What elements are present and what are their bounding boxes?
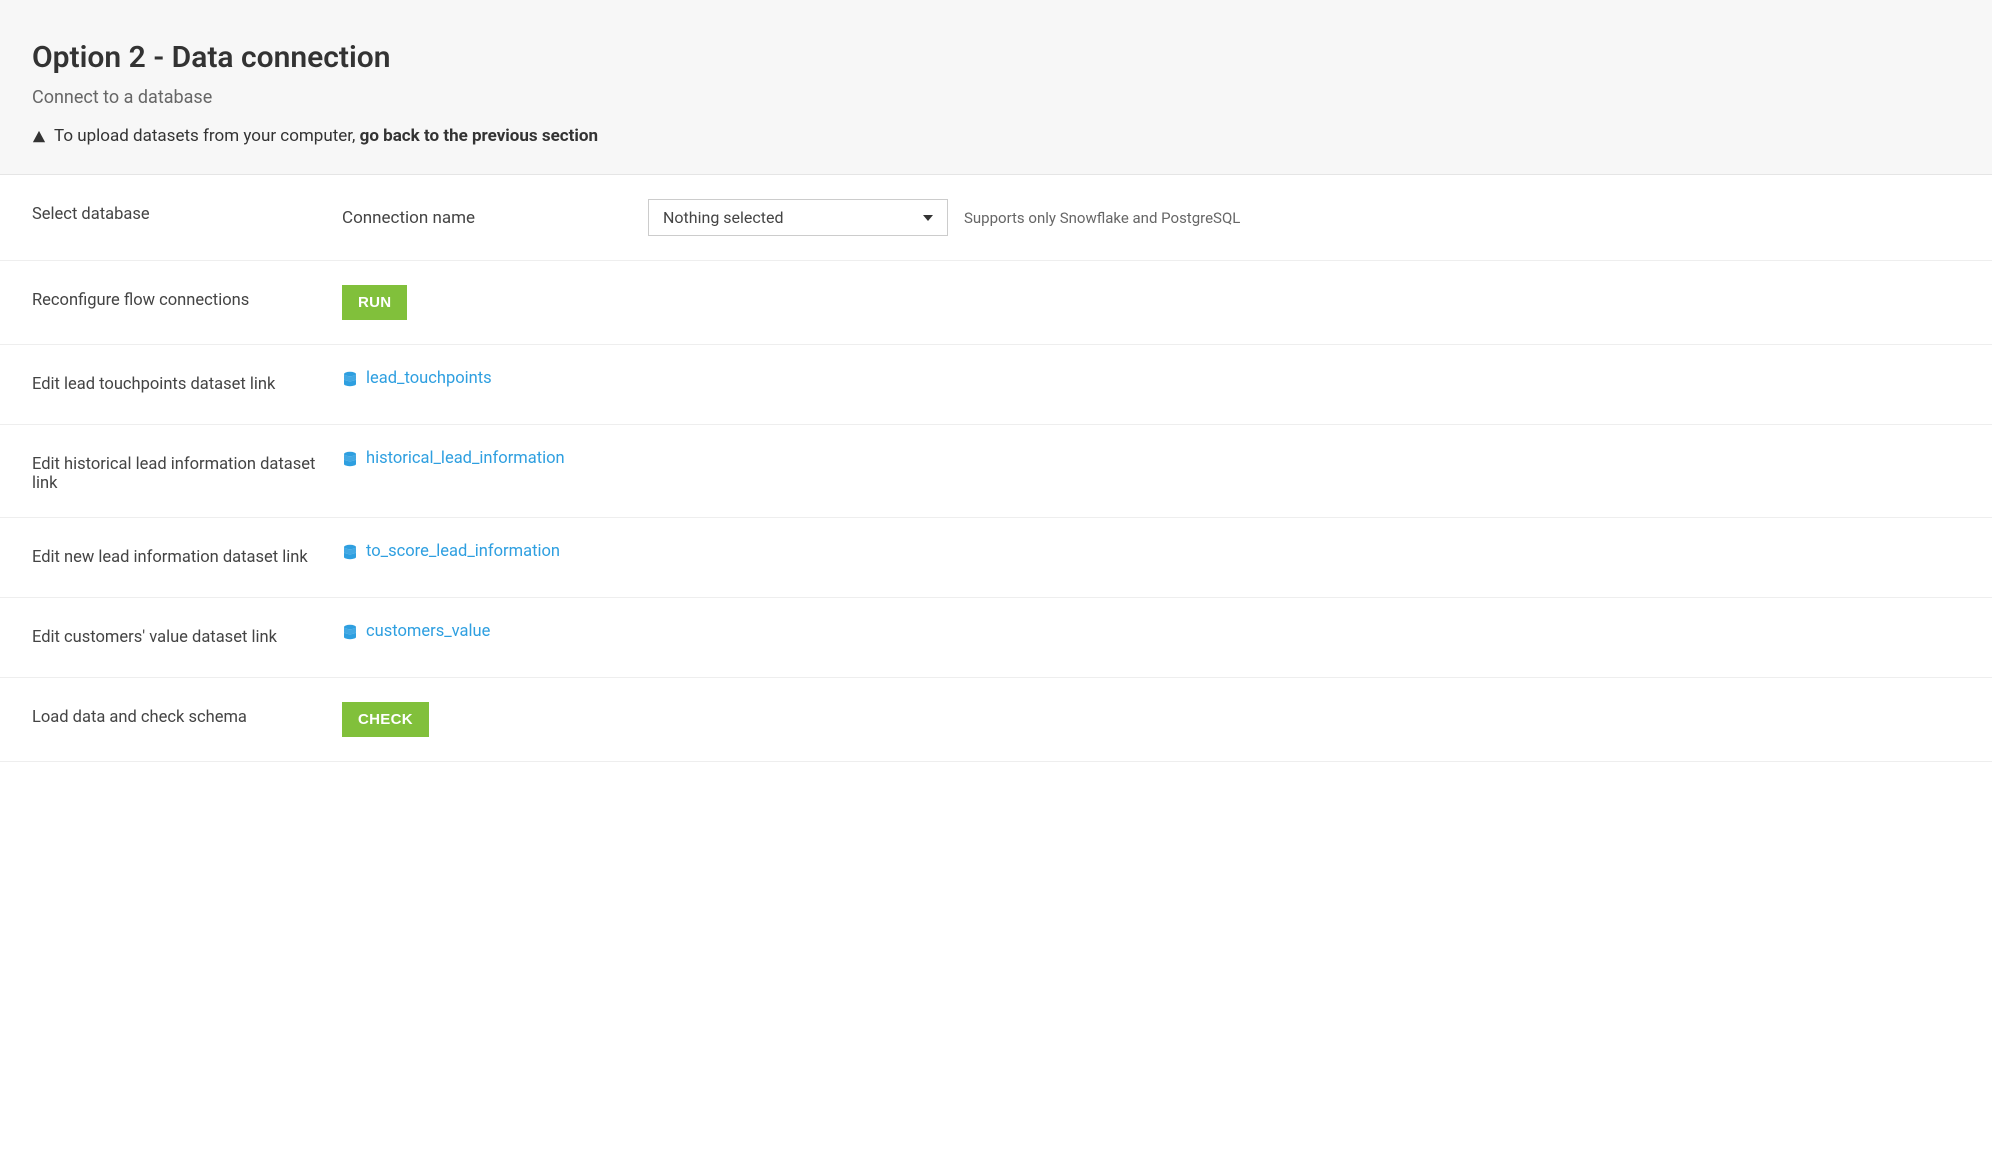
reconfigure-content: RUN [342, 285, 1960, 320]
dataset-label: Edit new lead information dataset link [32, 542, 342, 567]
reconfigure-row: Reconfigure flow connections RUN [0, 261, 1992, 345]
load-check-row: Load data and check schema CHECK [0, 678, 1992, 762]
dataset-link-historical-lead[interactable]: historical_lead_information [342, 449, 565, 468]
reconfigure-label: Reconfigure flow connections [32, 285, 342, 310]
dataset-content: lead_touchpoints [342, 369, 1960, 388]
database-icon [342, 624, 358, 640]
check-button[interactable]: CHECK [342, 702, 429, 737]
connection-name-select[interactable]: Nothing selected [648, 199, 948, 236]
dataset-row-new-lead: Edit new lead information dataset link t… [0, 518, 1992, 598]
database-icon [342, 451, 358, 467]
connection-name-label: Connection name [342, 208, 632, 228]
caret-down-icon [923, 215, 933, 221]
dataset-content: historical_lead_information [342, 449, 1960, 468]
dataset-link-lead-touchpoints[interactable]: lead_touchpoints [342, 369, 492, 388]
header-section: Option 2 - Data connection Connect to a … [0, 0, 1992, 175]
connection-name-selected: Nothing selected [663, 208, 784, 227]
select-database-help: Supports only Snowflake and PostgreSQL [964, 209, 1240, 227]
dataset-link-text: customers_value [366, 622, 490, 641]
dataset-link-text: historical_lead_information [366, 449, 565, 468]
page-title: Option 2 - Data connection [32, 40, 1960, 75]
database-icon [342, 371, 358, 387]
load-check-label: Load data and check schema [32, 702, 342, 727]
dataset-label: Edit customers' value dataset link [32, 622, 342, 647]
select-database-row: Select database Connection name Nothing … [0, 175, 1992, 261]
warning-row: To upload datasets from your computer, g… [32, 126, 1960, 146]
dataset-link-new-lead[interactable]: to_score_lead_information [342, 542, 560, 561]
page-subtitle: Connect to a database [32, 87, 1960, 108]
dataset-link-customers-value[interactable]: customers_value [342, 622, 490, 641]
dataset-label: Edit lead touchpoints dataset link [32, 369, 342, 394]
select-database-content: Connection name Nothing selected Support… [342, 199, 1960, 236]
dataset-content: customers_value [342, 622, 1960, 641]
dataset-row-customers-value: Edit customers' value dataset link custo… [0, 598, 1992, 678]
warning-icon [32, 129, 46, 143]
load-check-content: CHECK [342, 702, 1960, 737]
database-icon [342, 544, 358, 560]
dataset-link-text: lead_touchpoints [366, 369, 492, 388]
run-button[interactable]: RUN [342, 285, 407, 320]
warning-text: To upload datasets from your computer, g… [54, 126, 598, 146]
warning-text-prefix: To upload datasets from your computer, [54, 126, 360, 146]
dataset-label: Edit historical lead information dataset… [32, 449, 342, 493]
dataset-row-historical-lead: Edit historical lead information dataset… [0, 425, 1992, 518]
dataset-row-lead-touchpoints: Edit lead touchpoints dataset link lead_… [0, 345, 1992, 425]
select-database-label: Select database [32, 199, 342, 224]
warning-text-bold: go back to the previous section [360, 126, 598, 146]
dataset-link-text: to_score_lead_information [366, 542, 560, 561]
dataset-content: to_score_lead_information [342, 542, 1960, 561]
